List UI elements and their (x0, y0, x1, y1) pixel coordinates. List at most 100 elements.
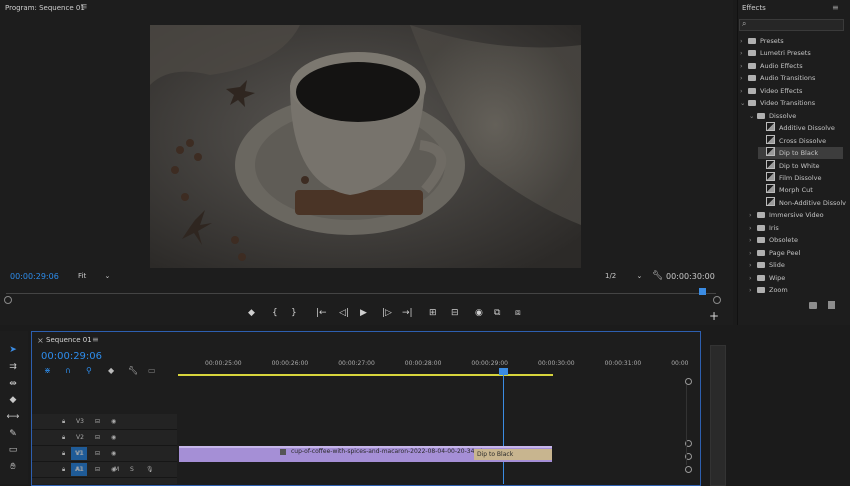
program-panel-title[interactable]: Program: Sequence 01 (5, 4, 85, 12)
sequence-menu-icon[interactable]: ≡ (92, 335, 99, 344)
chevron-right-icon[interactable]: › (749, 259, 757, 271)
sequence-tab[interactable]: Sequence 01 (46, 336, 92, 344)
add-marker-icon[interactable]: ◆ (108, 366, 114, 375)
effects-tree-item[interactable]: › Wipe (749, 272, 843, 284)
chevron-right-icon[interactable]: › (749, 209, 757, 221)
chevron-right-icon[interactable]: › (749, 272, 757, 284)
pen-tool-icon[interactable]: ✎ (6, 428, 20, 440)
effects-tree-item[interactable]: Dip to White (758, 159, 843, 172)
snap-magnet-icon[interactable]: ∩ (65, 366, 71, 375)
program-playhead[interactable] (699, 288, 706, 295)
effects-tree-item[interactable]: Morph Cut (758, 184, 843, 196)
lock-icon[interactable]: 🔒︎ (62, 450, 65, 458)
chevron-right-icon[interactable]: › (740, 72, 748, 84)
new-bin-icon[interactable] (809, 302, 817, 309)
trash-icon[interactable] (828, 301, 835, 309)
timeline-settings-wrench-icon[interactable]: 🔧︎ (128, 366, 138, 375)
comparison-view-button[interactable]: ⧉ (494, 308, 500, 318)
lock-icon[interactable]: 🔒︎ (62, 434, 65, 442)
track-name[interactable]: A1 (76, 466, 84, 473)
sync-lock-icon[interactable]: ⊟ (95, 466, 100, 473)
track-header-v1[interactable]: V1 🔒︎ V1 ⊟ ◉ (32, 446, 177, 462)
lift-button[interactable]: ⊞ (429, 308, 437, 318)
proxy-toggle-button[interactable]: ⧈ (515, 308, 521, 318)
nest-toggle-icon[interactable]: ⋇ (44, 366, 51, 375)
razor-tool-icon[interactable]: ◆ (6, 394, 20, 406)
effects-tree-item[interactable]: ⌄ Dissolve (749, 110, 843, 122)
effects-tree-item[interactable]: › Presets (740, 35, 843, 47)
effects-tree-item[interactable]: › Slide (749, 259, 843, 271)
effects-tree-item[interactable]: › Iris (749, 222, 843, 234)
voice-over-icon[interactable]: 🎙︎ (146, 466, 154, 473)
wrench-icon[interactable]: 🔧︎ (652, 271, 663, 281)
solo-button[interactable]: S (130, 466, 134, 473)
effects-tree-item[interactable]: Film Dissolve (758, 171, 843, 184)
ripple-edit-tool-icon[interactable]: ⇹ (6, 378, 20, 390)
effects-tree-item[interactable]: Non-Additive Dissolv (758, 196, 846, 209)
zoom-level-dropdown[interactable]: Fit ⌄ (78, 272, 110, 280)
dip-to-black-transition[interactable]: Dip to Black (474, 449, 552, 460)
export-frame-button[interactable]: ◉ (475, 308, 483, 318)
mark-out-button[interactable]: } (291, 308, 297, 318)
chevron-right-icon[interactable]: › (740, 85, 748, 97)
effects-tree-item[interactable]: › Lumetri Presets (740, 47, 843, 59)
program-panel-menu-icon[interactable]: ≡ (80, 2, 88, 12)
chevron-right-icon[interactable]: › (740, 60, 748, 72)
extract-button[interactable]: ⊟ (451, 308, 459, 318)
effects-tree-item[interactable]: Cross Dissolve (758, 134, 843, 147)
effects-tree-item[interactable]: › Zoom (749, 284, 843, 296)
track-name[interactable]: V2 (76, 434, 84, 441)
slip-tool-icon[interactable]: ⟷ (6, 411, 20, 423)
sync-lock-icon[interactable]: ⊟ (95, 418, 100, 425)
effects-search-input[interactable]: ⌕ (739, 19, 844, 31)
effects-tree-item[interactable]: › Audio Effects (740, 60, 843, 72)
playback-resolution-dropdown[interactable]: 1/2 ⌄ (605, 272, 642, 280)
track-name[interactable]: V1 (76, 450, 84, 457)
track-header-v3[interactable]: 🔒︎ V3 ⊟ ◉ (32, 414, 177, 430)
effects-tree-item[interactable]: › Page Peel (749, 247, 843, 259)
add-marker-button[interactable]: ◆ (248, 308, 255, 318)
effects-tree-item[interactable]: ⌄ Video Transitions (740, 97, 843, 109)
selection-tool-icon[interactable]: ➤ (6, 344, 20, 356)
effects-tree-item[interactable]: › Immersive Video (749, 209, 843, 221)
work-area-bar[interactable] (178, 374, 553, 376)
go-to-out-button[interactable]: →| (402, 308, 413, 318)
chevron-down-icon[interactable]: ⌄ (740, 97, 748, 109)
scroll-handle-top[interactable] (685, 378, 692, 385)
effects-tree-item[interactable]: Dip to Black (758, 147, 843, 160)
linked-selection-icon[interactable]: ⚲ (86, 366, 92, 375)
program-current-timecode[interactable]: 00:00:29:06 (10, 272, 59, 281)
chevron-right-icon[interactable]: › (749, 247, 757, 259)
mark-in-button[interactable]: { (272, 308, 278, 318)
track-select-tool-icon[interactable]: ⇉ (6, 361, 20, 373)
eye-icon[interactable]: ◉ (111, 418, 116, 425)
effects-tree-item[interactable]: › Audio Transitions (740, 72, 843, 84)
play-button[interactable]: ▶ (360, 308, 367, 318)
effects-tree-item[interactable]: › Video Effects (740, 85, 843, 97)
zoom-handle-left[interactable] (4, 296, 12, 304)
chevron-right-icon[interactable]: › (749, 284, 757, 296)
effects-tree-item[interactable]: Additive Dissolve (758, 122, 843, 134)
sync-lock-icon[interactable]: ⊟ (95, 450, 100, 457)
eye-icon[interactable]: ◉ (111, 434, 116, 441)
effects-tree-item[interactable]: › Obsolete (749, 234, 843, 246)
chevron-right-icon[interactable]: › (749, 222, 757, 234)
program-timeline-ruler[interactable] (6, 293, 716, 300)
vertical-scrollbar[interactable] (686, 385, 687, 465)
chevron-right-icon[interactable]: › (740, 35, 748, 47)
chevron-right-icon[interactable]: › (740, 47, 748, 59)
timeline-timecode[interactable]: 00:00:29:06 (41, 351, 102, 362)
lock-icon[interactable]: 🔒︎ (62, 466, 65, 474)
zoom-handle-right[interactable] (713, 296, 721, 304)
captions-icon[interactable]: ▭ (148, 366, 156, 375)
rectangle-tool-icon[interactable]: ▭ (6, 444, 20, 456)
step-forward-button[interactable]: |▷ (382, 308, 392, 318)
track-header-a1[interactable]: A1 🔒︎ A1 ⊟ ◉ M S 🎙︎ (32, 462, 177, 478)
track-name[interactable]: V3 (76, 418, 84, 425)
effects-menu-icon[interactable]: ≡ (832, 3, 839, 12)
hand-tool-icon[interactable]: ✋︎ (6, 461, 20, 473)
close-icon[interactable]: × (37, 336, 44, 345)
lock-icon[interactable]: 🔒︎ (62, 418, 65, 426)
chevron-right-icon[interactable]: › (749, 234, 757, 246)
go-to-in-button[interactable]: |← (316, 308, 327, 318)
